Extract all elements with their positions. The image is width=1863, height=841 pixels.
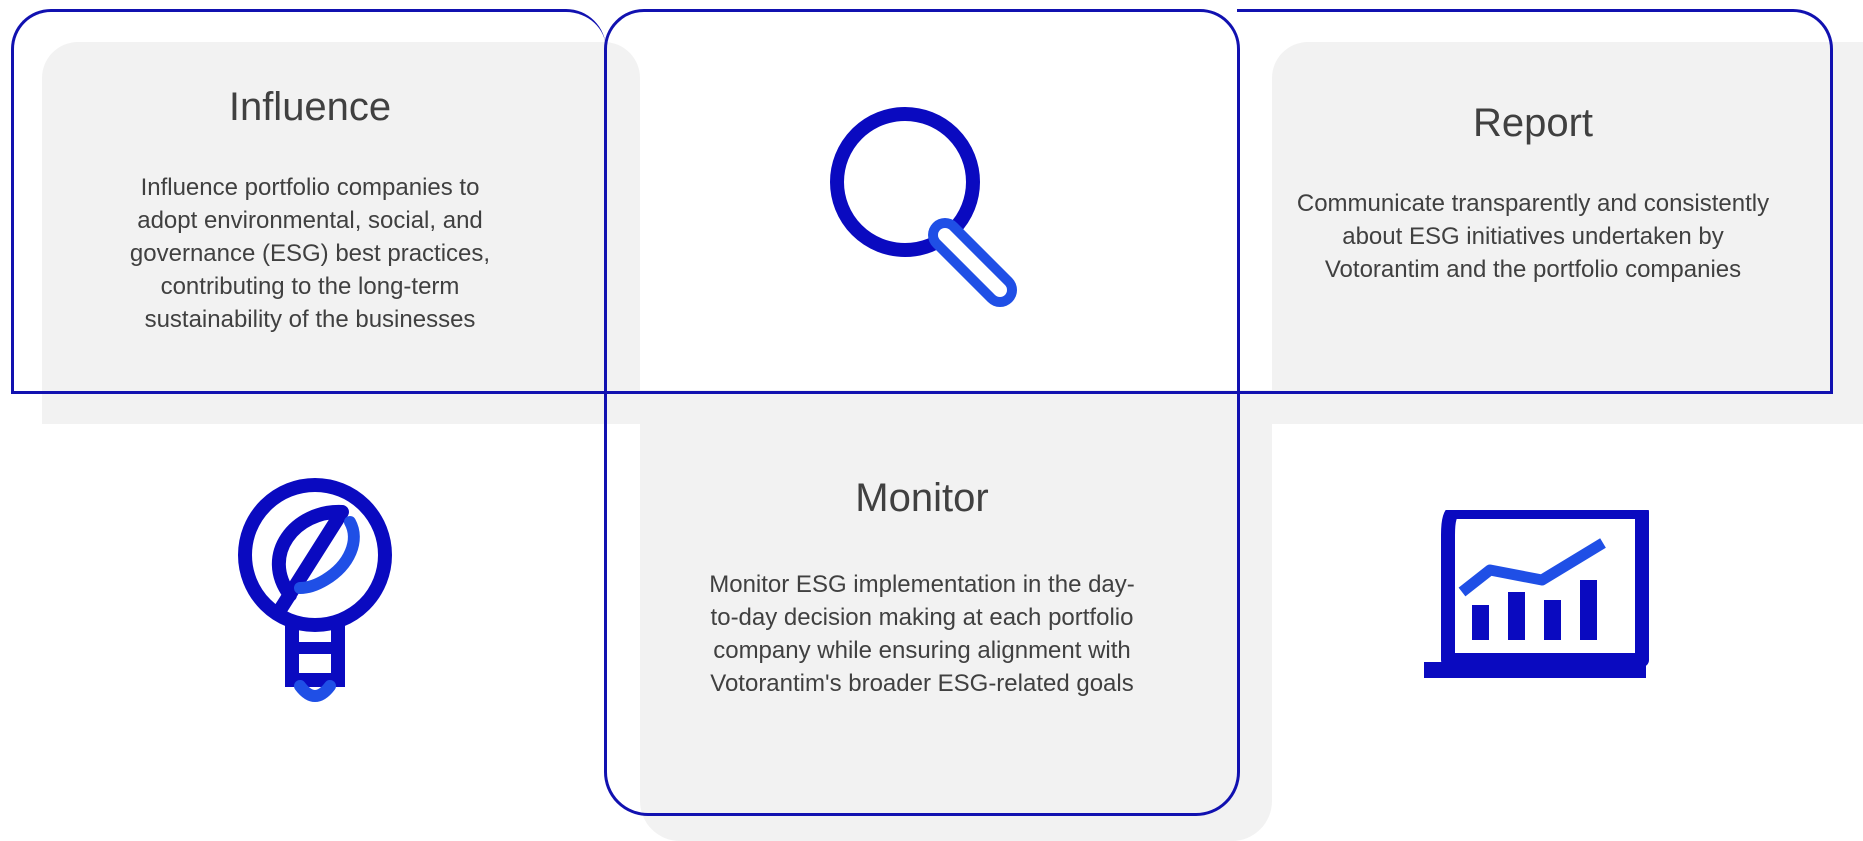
report-title: Report [1472,101,1594,145]
connector-line [604,391,1240,394]
influence-description: Influence portfolio companies to adopt e… [129,174,491,333]
monitor-description: Monitor ESG implementation in the day-to… [709,571,1135,697]
magnifying-glass-icon [830,107,1017,307]
chart-monitor-icon [1424,510,1649,678]
report-description: Communicate transparently and consistent… [1296,190,1770,283]
monitor-title: Monitor [855,476,989,520]
influence-title: Influence [228,85,392,129]
lightbulb-icon [238,478,392,702]
